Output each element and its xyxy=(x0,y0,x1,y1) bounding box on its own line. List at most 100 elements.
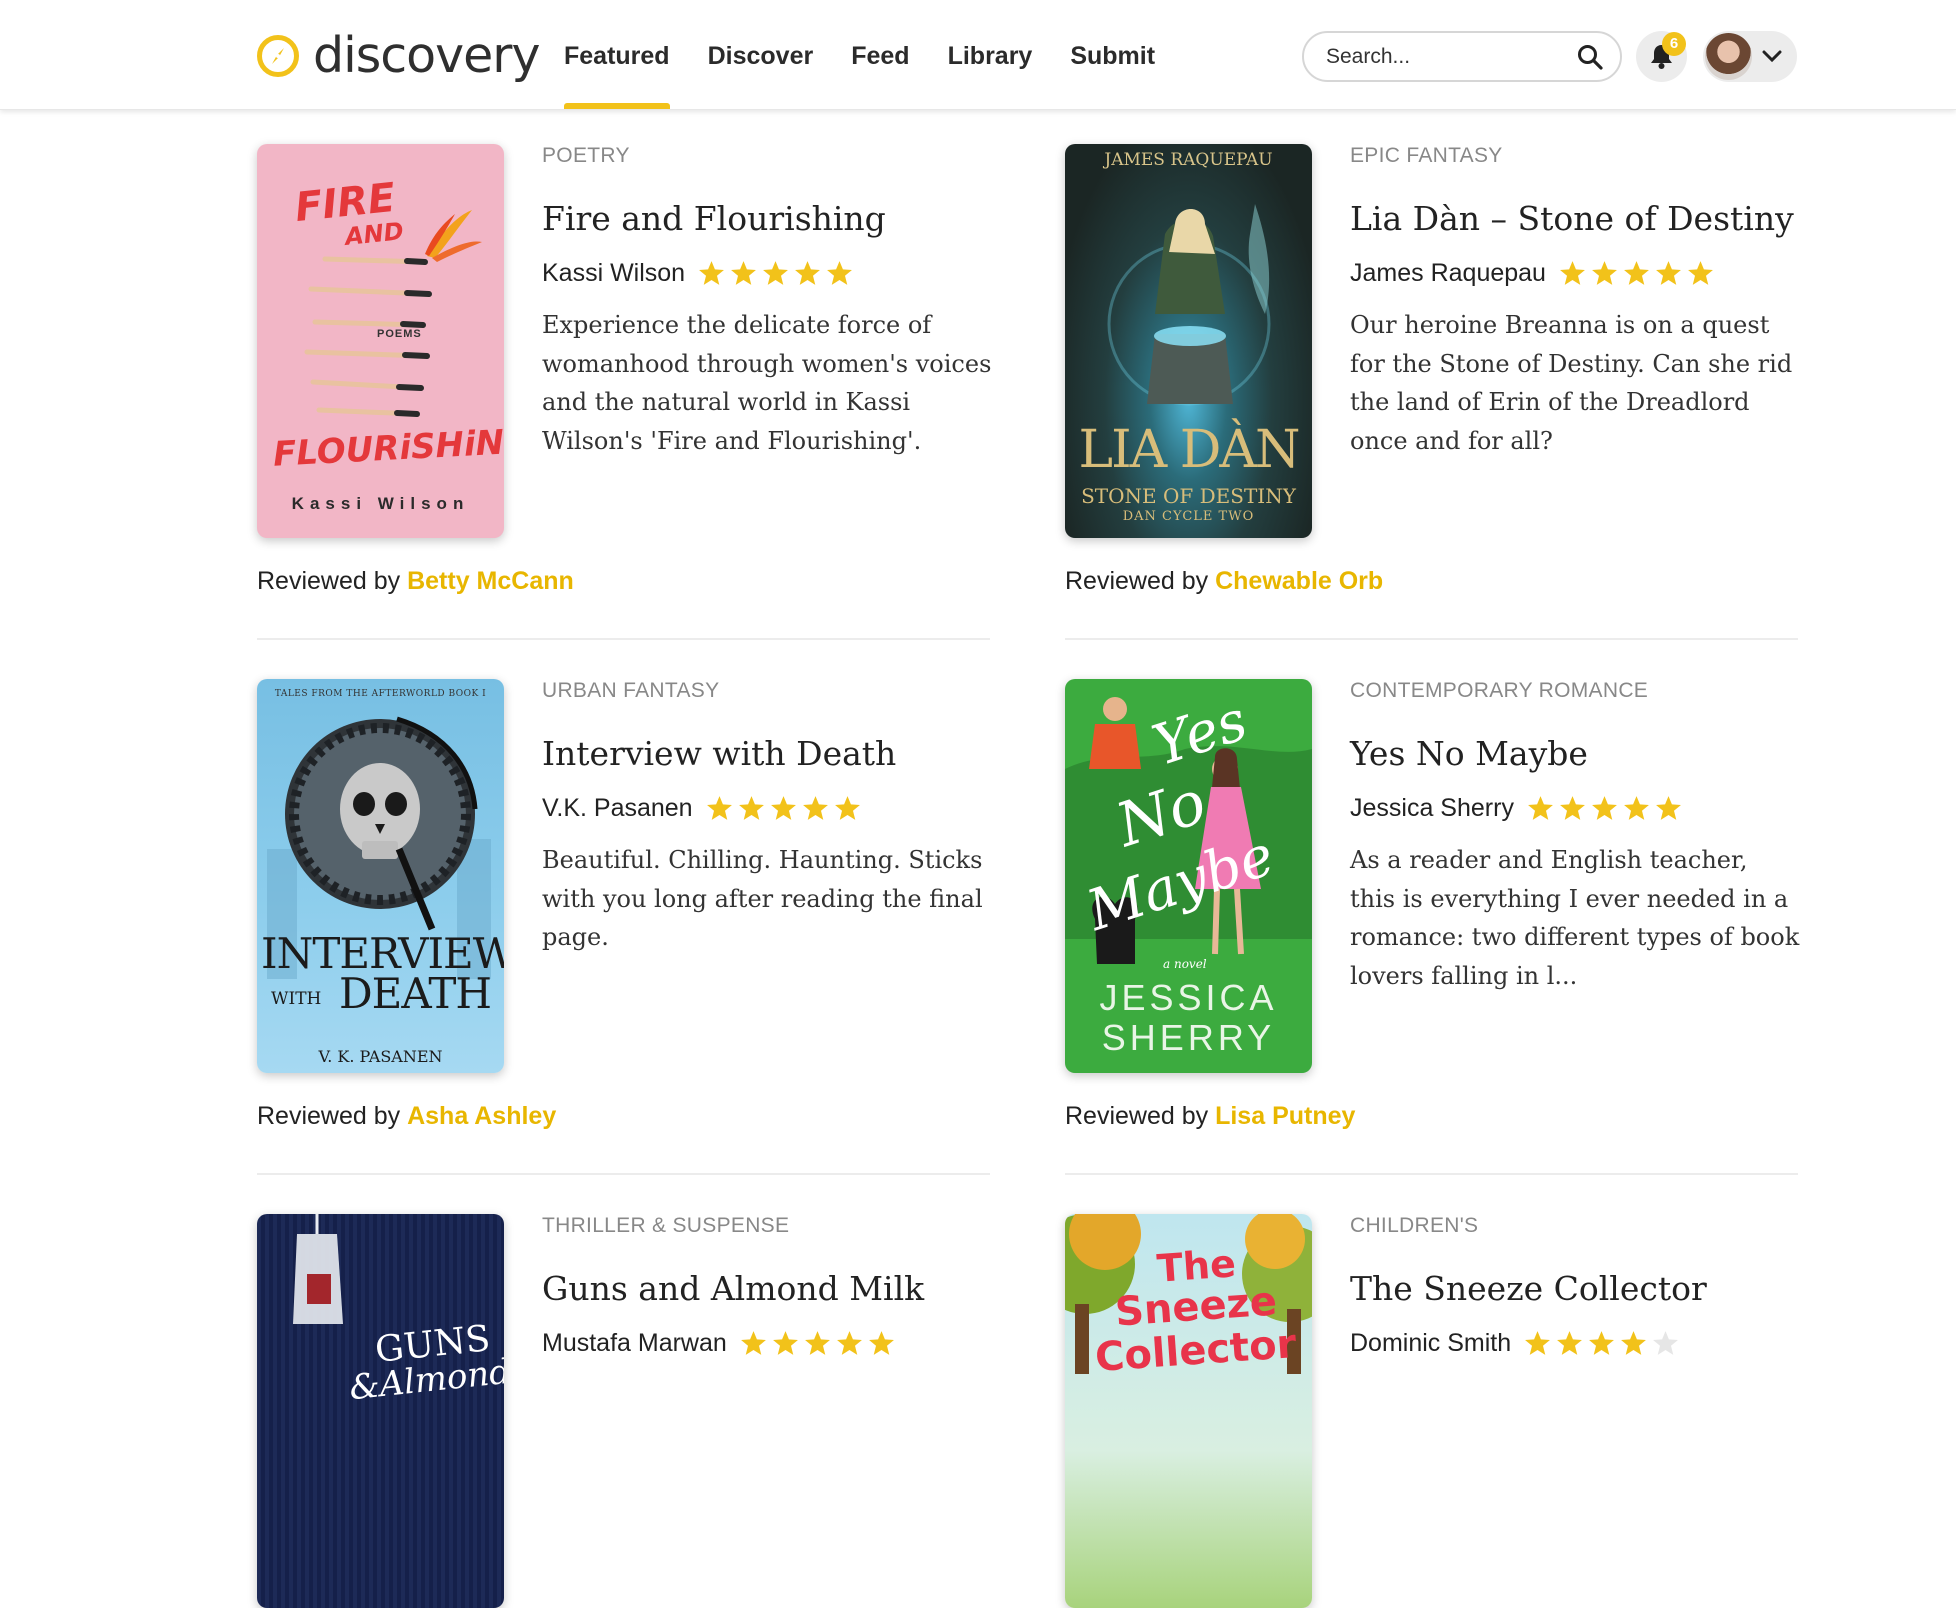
star-icon xyxy=(1528,796,1553,820)
book-description: Experience the delicate force of womanho… xyxy=(542,311,992,455)
star-icon xyxy=(699,261,725,285)
main-nav: Featured Discover Feed Library Submit xyxy=(564,0,1193,109)
star-icon xyxy=(1621,1331,1647,1355)
star-rating xyxy=(697,259,857,287)
star-icon xyxy=(1560,796,1585,820)
reviewed-by-label: Reviewed by xyxy=(1065,567,1209,595)
nav-library[interactable]: Library xyxy=(948,0,1033,109)
cover-author: JAMES RAQUEPAU xyxy=(1104,150,1273,170)
reviewed-by: Reviewed by Chewable Orb xyxy=(1065,567,1383,596)
reviewer-link[interactable]: Chewable Orb xyxy=(1215,567,1383,595)
author-name[interactable]: James Raquepau xyxy=(1350,259,1546,288)
star-icon xyxy=(1624,796,1649,820)
star-icon xyxy=(772,1331,798,1355)
cover-subtitle: STONE OF DESTINY xyxy=(1081,484,1296,508)
cover-author-first: JESSICA xyxy=(1099,977,1278,1018)
cover-author: V. K. PASANEN xyxy=(318,1047,443,1066)
cover-novel: a novel xyxy=(1163,957,1207,971)
logo-text: discovery xyxy=(313,27,540,84)
author-name[interactable]: Dominic Smith xyxy=(1350,1329,1511,1358)
star-rating xyxy=(1523,1329,1683,1357)
cover-with: WITH xyxy=(271,989,322,1009)
reviewed-by-label: Reviewed by xyxy=(257,567,401,595)
book-cover-guns-and-almond-milk[interactable]: GUNS &Almond xyxy=(257,1214,504,1608)
divider xyxy=(1065,638,1798,640)
star-rating xyxy=(739,1329,899,1357)
book-title[interactable]: Fire and Flourishing xyxy=(542,200,992,238)
star-icon xyxy=(1624,261,1649,285)
nav-featured[interactable]: Featured xyxy=(564,0,670,109)
genre-label[interactable]: URBAN FANTASY xyxy=(542,679,992,703)
author-name[interactable]: V.K. Pasanen xyxy=(542,794,693,823)
book-description: Beautiful. Chilling. Haunting. Sticks wi… xyxy=(542,846,983,951)
cover-author: Kassi Wilson xyxy=(291,494,470,513)
avatar xyxy=(1705,33,1752,80)
book-cover-yes-no-maybe[interactable]: Yes No Maybe a novel JESSICA SHERRY xyxy=(1065,679,1312,1073)
reviewed-by-label: Reviewed by xyxy=(1065,1102,1209,1130)
star-icon xyxy=(706,796,732,820)
star-icon xyxy=(1589,1331,1615,1355)
star-icon xyxy=(868,1331,894,1355)
notification-count-badge: 6 xyxy=(1662,32,1686,56)
search-icon[interactable] xyxy=(1576,43,1604,71)
cover-label: POEMS xyxy=(377,328,422,340)
star-rating xyxy=(1526,794,1686,822)
star-rating xyxy=(705,794,865,822)
star-icon xyxy=(1592,261,1617,285)
reviewer-link[interactable]: Betty McCann xyxy=(407,567,574,595)
nav-feed[interactable]: Feed xyxy=(851,0,909,109)
author-name[interactable]: Jessica Sherry xyxy=(1350,794,1514,823)
genre-label[interactable]: THRILLER & SUSPENSE xyxy=(542,1214,992,1238)
divider xyxy=(1065,1173,1798,1175)
star-icon xyxy=(795,261,821,285)
book-title[interactable]: Interview with Death xyxy=(542,735,992,773)
star-icon xyxy=(1653,1331,1679,1355)
book-cover-interview-with-death[interactable]: TALES FROM THE AFTERWORLD BOOK I INTERVI… xyxy=(257,679,504,1073)
book-cover-fire-and-flourishing[interactable]: FIRE AND POEMS FLOURiSHiNG Kassi Wilson xyxy=(257,144,504,538)
star-icon xyxy=(738,796,764,820)
cover-title-line2: DEATH xyxy=(339,969,492,1018)
reviewer-link[interactable]: Lisa Putney xyxy=(1215,1102,1355,1130)
reviewed-by: Reviewed by Lisa Putney xyxy=(1065,1102,1355,1131)
compass-logo-icon xyxy=(257,35,299,77)
book-title[interactable]: Guns and Almond Milk xyxy=(542,1270,992,1308)
cover-author-last: SHERRY xyxy=(1101,1017,1276,1058)
star-icon xyxy=(770,796,796,820)
genre-label[interactable]: CHILDREN'S xyxy=(1350,1214,1800,1238)
book-title[interactable]: Yes No Maybe xyxy=(1350,735,1800,773)
profile-menu-button[interactable] xyxy=(1703,31,1797,82)
book-description: As a reader and English teacher, this is… xyxy=(1350,846,1800,990)
divider xyxy=(257,1173,990,1175)
book-cover-the-sneeze-collector[interactable]: The Sneeze Collector xyxy=(1065,1214,1312,1608)
author-name[interactable]: Mustafa Marwan xyxy=(542,1329,727,1358)
nav-submit[interactable]: Submit xyxy=(1070,0,1155,109)
reviewer-link[interactable]: Asha Ashley xyxy=(407,1102,556,1130)
cover-series: DAN CYCLE TWO xyxy=(1122,509,1255,524)
star-icon xyxy=(1688,261,1713,285)
logo[interactable]: discovery xyxy=(257,27,540,84)
star-icon xyxy=(731,261,757,285)
book-title[interactable]: The Sneeze Collector xyxy=(1350,1270,1800,1308)
book-cover-lia-dan[interactable]: JAMES RAQUEPAU LIA DÀN STONE OF DESTINY … xyxy=(1065,144,1312,538)
star-icon xyxy=(804,1331,830,1355)
genre-label[interactable]: CONTEMPORARY ROMANCE xyxy=(1350,679,1800,703)
genre-label[interactable]: EPIC FANTASY xyxy=(1350,144,1800,168)
reviewed-by-label: Reviewed by xyxy=(257,1102,401,1130)
chevron-down-icon xyxy=(1762,50,1782,63)
star-icon xyxy=(834,796,860,820)
reviewed-by: Reviewed by Betty McCann xyxy=(257,567,574,596)
book-info: URBAN FANTASY Interview with Death V.K. … xyxy=(542,679,992,957)
book-info: EPIC FANTASY Lia Dàn – Stone of Destiny … xyxy=(1350,144,1800,460)
star-icon xyxy=(1525,1331,1551,1355)
nav-discover[interactable]: Discover xyxy=(708,0,814,109)
book-description: Our heroine Breanna is on a quest for th… xyxy=(1350,311,1793,455)
star-icon xyxy=(836,1331,862,1355)
star-icon xyxy=(1592,796,1617,820)
genre-label[interactable]: POETRY xyxy=(542,144,992,168)
star-icon xyxy=(1557,1331,1583,1355)
book-info: CHILDREN'S The Sneeze Collector Dominic … xyxy=(1350,1214,1800,1360)
book-info: POETRY Fire and Flourishing Kassi Wilson… xyxy=(542,144,992,460)
search-input[interactable] xyxy=(1324,41,1568,73)
book-title[interactable]: Lia Dàn – Stone of Destiny xyxy=(1350,200,1800,238)
author-name[interactable]: Kassi Wilson xyxy=(542,259,685,288)
